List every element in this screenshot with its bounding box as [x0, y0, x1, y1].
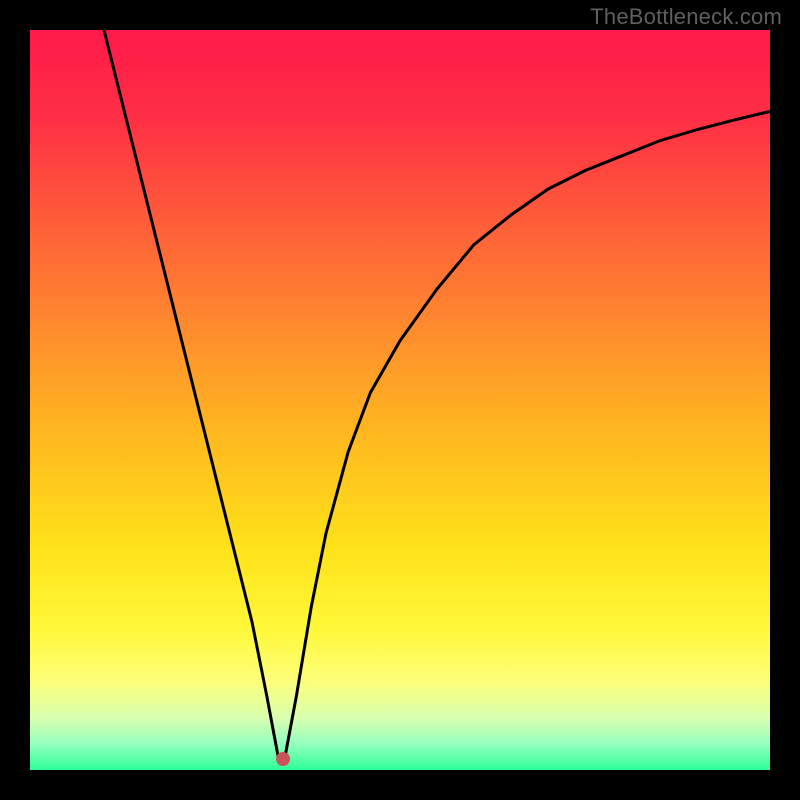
plot-area [30, 30, 770, 770]
watermark-text: TheBottleneck.com [590, 4, 782, 30]
curve-layer [30, 30, 770, 770]
bottleneck-curve [104, 30, 770, 755]
optimal-point-marker [276, 752, 290, 766]
chart-frame: TheBottleneck.com [0, 0, 800, 800]
